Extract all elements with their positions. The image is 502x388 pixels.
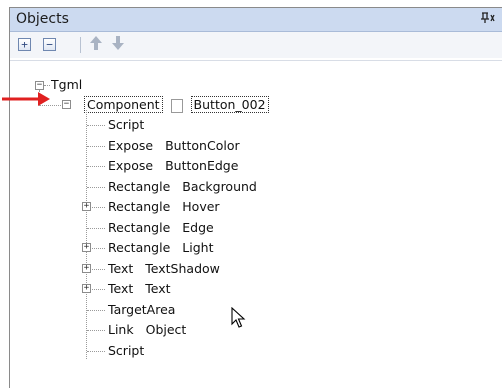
tree-expander[interactable]: + — [82, 263, 91, 273]
tree-connector — [44, 85, 50, 86]
toolbar-separator — [80, 37, 81, 53]
tree-connector — [87, 145, 105, 147]
tree-node-name: Text — [145, 281, 171, 296]
tree-node-name: TextShadow — [145, 260, 220, 276]
tree-node[interactable]: Rectangle Background — [108, 178, 257, 196]
panel-toolbar: + − — [10, 32, 502, 58]
down-arrow-icon — [112, 36, 124, 50]
mouse-cursor-icon — [231, 307, 246, 328]
tree-expander[interactable]: + — [82, 284, 91, 293]
tree-expander-component[interactable]: − — [62, 100, 71, 109]
tree-node[interactable]: Expose ButtonEdge — [108, 157, 238, 175]
tree-expander[interactable]: + — [82, 202, 91, 211]
tree-node[interactable]: Rectangle Light — [108, 239, 213, 257]
pin-icon[interactable] — [479, 12, 495, 27]
expand-all-button[interactable]: + — [18, 38, 31, 51]
tree-connector — [87, 350, 105, 352]
tree-node-type: Expose — [108, 158, 154, 173]
panel-title: Objects — [16, 11, 69, 27]
tree-node-type: Script — [108, 117, 145, 132]
tree-node-type: Rectangle — [108, 199, 171, 214]
tree-expander-tgml[interactable]: − — [35, 81, 44, 90]
tree-node[interactable]: Rectangle Hover — [108, 198, 220, 216]
tree-node-type: TargetArea — [108, 301, 176, 317]
component-label: Component — [84, 96, 163, 113]
tree-node-name: Background — [182, 178, 257, 194]
tree-node-type: Rectangle — [108, 240, 171, 255]
move-down-button[interactable] — [111, 35, 125, 55]
tree-node-type: Script — [108, 342, 145, 358]
tree-node-type: Text — [108, 260, 134, 276]
tree-node-name: Hover — [182, 199, 220, 214]
objects-panel: Objects + − − Tgml − Component Button_00… — [9, 7, 502, 388]
collapse-all-button[interactable]: − — [43, 38, 56, 51]
tree-connector — [87, 125, 105, 126]
move-up-button[interactable] — [89, 35, 103, 55]
tree-node-component[interactable]: Component Button_002 — [84, 96, 269, 114]
tree-node-name: Object — [145, 322, 187, 337]
annotation-arrow — [2, 92, 50, 106]
tree-node-name: ButtonEdge — [165, 158, 239, 173]
tree-expander[interactable]: + — [82, 243, 91, 252]
tree-connector — [87, 330, 105, 331]
tree-node[interactable]: Link Object — [108, 321, 186, 339]
tree-node[interactable]: Text Text — [108, 280, 171, 298]
component-icon-box — [170, 98, 183, 113]
panel-titlebar: Objects — [10, 8, 502, 32]
tree-node-name: Edge — [182, 219, 214, 235]
tree-node-name: ButtonColor — [165, 137, 240, 153]
tree-node-type: Rectangle — [108, 219, 171, 235]
tree-node-type: Link — [108, 322, 134, 337]
tree-connector — [87, 309, 105, 311]
up-arrow-icon — [90, 36, 102, 50]
tree-node-type: Expose — [108, 137, 154, 153]
tree-node[interactable]: TargetArea — [108, 301, 175, 319]
tree-node[interactable]: Text TextShadow — [108, 260, 220, 278]
tree-node[interactable]: Script — [108, 116, 144, 134]
tree-node[interactable]: Rectangle Edge — [108, 219, 214, 237]
tree-node-name: Light — [182, 240, 214, 255]
tree-connector — [87, 227, 105, 229]
tree-node[interactable]: Script — [108, 342, 144, 360]
object-tree: − Tgml − Component Button_002 Script Expo… — [10, 60, 502, 388]
tree-connector — [87, 166, 105, 167]
component-value: Button_002 — [190, 96, 269, 113]
tree-node-type: Rectangle — [108, 178, 171, 194]
tree-node[interactable]: Expose ButtonColor — [108, 137, 240, 155]
tree-connector — [87, 186, 105, 188]
tree-node-type: Text — [108, 281, 134, 296]
tree-node-tgml[interactable]: Tgml — [51, 76, 82, 94]
tree-connector — [86, 110, 87, 359]
